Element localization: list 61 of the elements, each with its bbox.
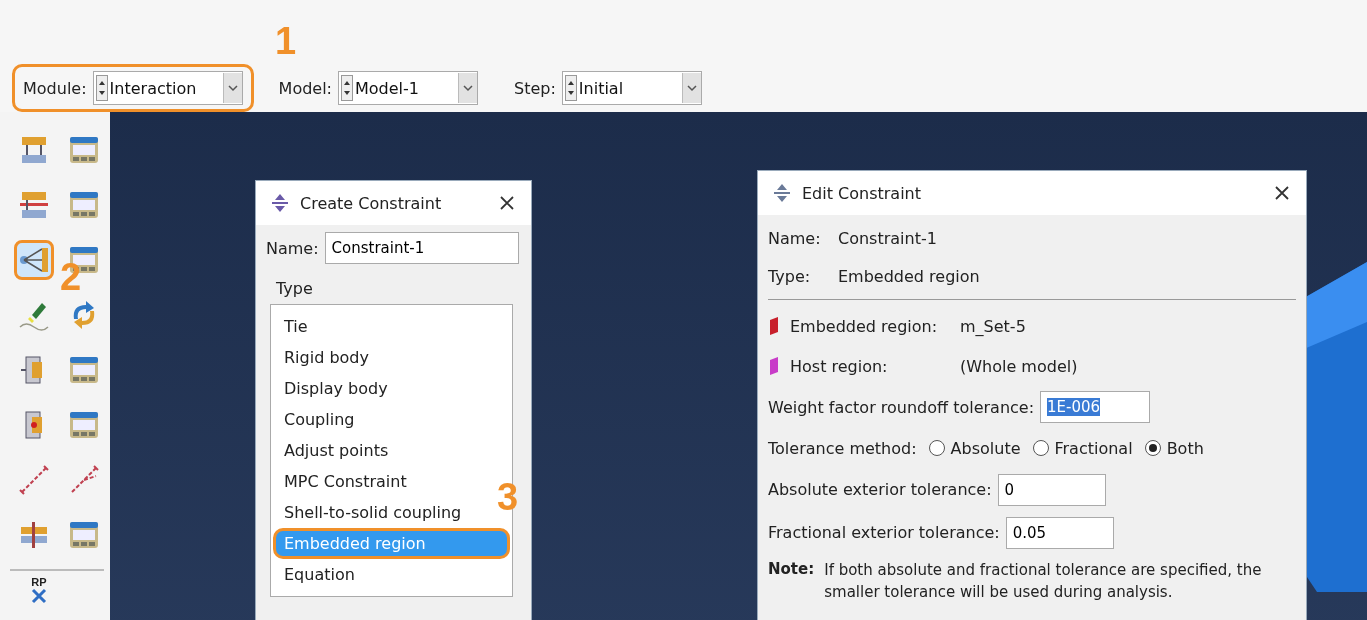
list-item[interactable]: Tie — [273, 311, 319, 342]
plates-icon — [18, 519, 50, 551]
table-icon — [68, 519, 100, 551]
table-icon — [68, 409, 100, 441]
combo-label: Step: — [514, 78, 556, 98]
region-value: (Whole model) — [960, 356, 1078, 376]
caret-icon — [458, 73, 477, 103]
combo-label: Module: — [23, 78, 87, 98]
dialog-icon — [270, 193, 290, 213]
info-label: Name: — [768, 228, 822, 248]
step-number: 2 — [60, 258, 82, 296]
reference-point-tool[interactable]: RP — [22, 577, 56, 617]
field-label: Absolute exterior tolerance: — [768, 480, 992, 499]
spinner-icon — [341, 75, 353, 101]
list-item[interactable]: Shell-to-solid coupling — [273, 497, 473, 528]
note-label: Note: — [768, 560, 815, 580]
table-icon — [68, 189, 100, 221]
list-item[interactable]: Rigid body — [273, 342, 380, 373]
tool-button[interactable] — [14, 240, 54, 280]
info-value: Constraint-1 — [838, 228, 937, 248]
region-label: Host region: — [790, 356, 889, 376]
field-label: Fractional exterior tolerance: — [768, 523, 1000, 542]
info-label: Type: — [768, 266, 812, 286]
caret-icon — [222, 73, 242, 103]
list-item[interactable]: Adjust points — [273, 435, 400, 466]
tolerance-field[interactable]: 0.05 — [1005, 516, 1114, 549]
dropdown[interactable]: Model-1 — [338, 71, 478, 105]
dropdown[interactable]: Interaction — [92, 71, 243, 105]
list-item[interactable]: Coupling — [273, 404, 366, 435]
weight-tolerance-field[interactable]: 1E-006 — [1040, 391, 1151, 423]
radio-option[interactable]: Both — [1144, 438, 1204, 458]
step-number: 3 — [497, 478, 519, 516]
group-title: Type — [276, 279, 314, 298]
table-icon — [68, 134, 100, 166]
dialog-icon — [772, 183, 792, 203]
tolerance-field[interactable]: 0 — [997, 473, 1106, 506]
dropdown[interactable]: Initial — [561, 71, 702, 105]
combo-label: Model: — [278, 78, 332, 98]
radio-option[interactable]: Absolute — [928, 438, 1021, 458]
connector-icon — [18, 464, 50, 496]
list-item[interactable]: Equation — [273, 559, 366, 590]
name-field[interactable]: Constraint-1 — [324, 232, 519, 264]
field-label: Weight factor roundoff tolerance: — [768, 397, 1035, 417]
field-label: Tolerance method: — [768, 438, 917, 458]
plates-icon — [18, 189, 50, 221]
table-icon — [68, 354, 100, 386]
dialog-title: Edit Constraint — [802, 183, 922, 203]
radio-option[interactable]: Fractional — [1032, 438, 1133, 458]
caret-icon — [681, 73, 701, 103]
field-label: Name: — [266, 238, 319, 258]
region-label: Embedded region: — [790, 316, 939, 336]
spinner-icon — [95, 75, 108, 101]
step-number: 1 — [275, 22, 297, 60]
list-item[interactable]: MPC Constraint — [273, 466, 418, 497]
cross-icon — [31, 588, 47, 604]
info-value: Embedded region — [838, 266, 980, 286]
region-value: m_Set-5 — [960, 316, 1026, 336]
spinner-icon — [564, 75, 577, 101]
note-text: If both absolute and fractional tolerance are specified, the smaller tolerance will be used during analysis. — [824, 560, 1263, 603]
dialog-title: Create Constraint — [300, 193, 442, 213]
list-item[interactable]: Display body — [273, 373, 399, 404]
